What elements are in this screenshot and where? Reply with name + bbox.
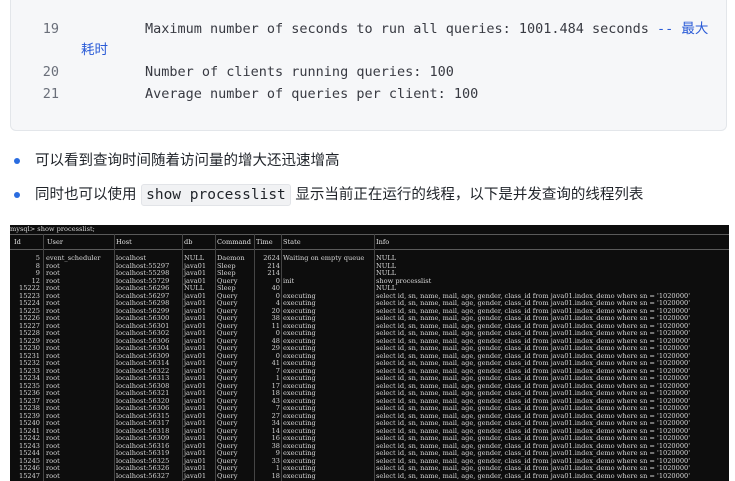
table-cell: 15247 (19, 471, 40, 480)
table-header-cell: User (47, 238, 63, 246)
table-cell: Query (217, 471, 238, 480)
bullet-text: 可以看到查询时间随着访问量的增大还迅速增高 (35, 153, 340, 169)
bullet-text: 同时也可以使用 show processlist 显示当前正在运行的线程，以下是… (35, 184, 643, 206)
code-text: Maximum number of seconds to run all que… (145, 21, 658, 37)
table-header-cell: db (184, 238, 193, 246)
table-cell: root (46, 471, 60, 480)
code-line: Average number of queries per client: 10… (145, 86, 479, 102)
table-cell: select id, sn, name, mail, age, gender, … (376, 471, 691, 480)
table-cell: Waiting on empty queue (283, 254, 365, 262)
table-cell: localhost:56327 (116, 471, 170, 480)
table-header-cell: Time (256, 238, 273, 246)
code-line: Number of clients running queries: 100 (145, 64, 454, 80)
table-cell: executing (283, 471, 316, 480)
table-cell: 18 (271, 471, 280, 480)
table-column-divider (114, 234, 115, 481)
table-column-divider (374, 234, 375, 481)
table-column-divider (281, 234, 282, 481)
table-header-cell: Id (14, 238, 21, 246)
terminal-screenshot: mysql> show processlist; Id User Host db Com… (10, 225, 729, 481)
table-cell: init (283, 276, 295, 285)
table-header-cell: State (283, 238, 301, 246)
line-number: 19 (42, 21, 59, 37)
bullet-text-after: 显示当前正在运行的线程，以下是并发查询的线程列表 (290, 187, 644, 203)
table-cell: java01 (184, 471, 207, 480)
line-number: 21 (42, 86, 59, 102)
bullet-text-before: 同时也可以使用 (35, 187, 142, 203)
code-block: 19 Maximum number of seconds to run all … (10, 0, 727, 131)
inline-code: show processlist (141, 184, 291, 206)
table-header-cell: Command (217, 238, 251, 246)
code-line: Maximum number of seconds to run all que… (145, 19, 708, 39)
table-header-cell: Host (116, 238, 132, 246)
table-header-border (10, 249, 729, 250)
table-header-cell: Info (376, 238, 390, 246)
line-number: 20 (42, 64, 59, 80)
table-column-divider (254, 234, 255, 481)
terminal-prompt: mysql> show processlist; (10, 225, 95, 233)
bullet-dot (14, 192, 20, 198)
table-column-divider (182, 234, 183, 481)
table-column-divider (43, 234, 44, 481)
code-comment: -- 最大 (657, 21, 709, 37)
table-border-top (10, 234, 729, 235)
bullet-dot (14, 158, 20, 164)
code-comment: 耗时 (81, 42, 108, 58)
table-column-divider (215, 234, 216, 481)
